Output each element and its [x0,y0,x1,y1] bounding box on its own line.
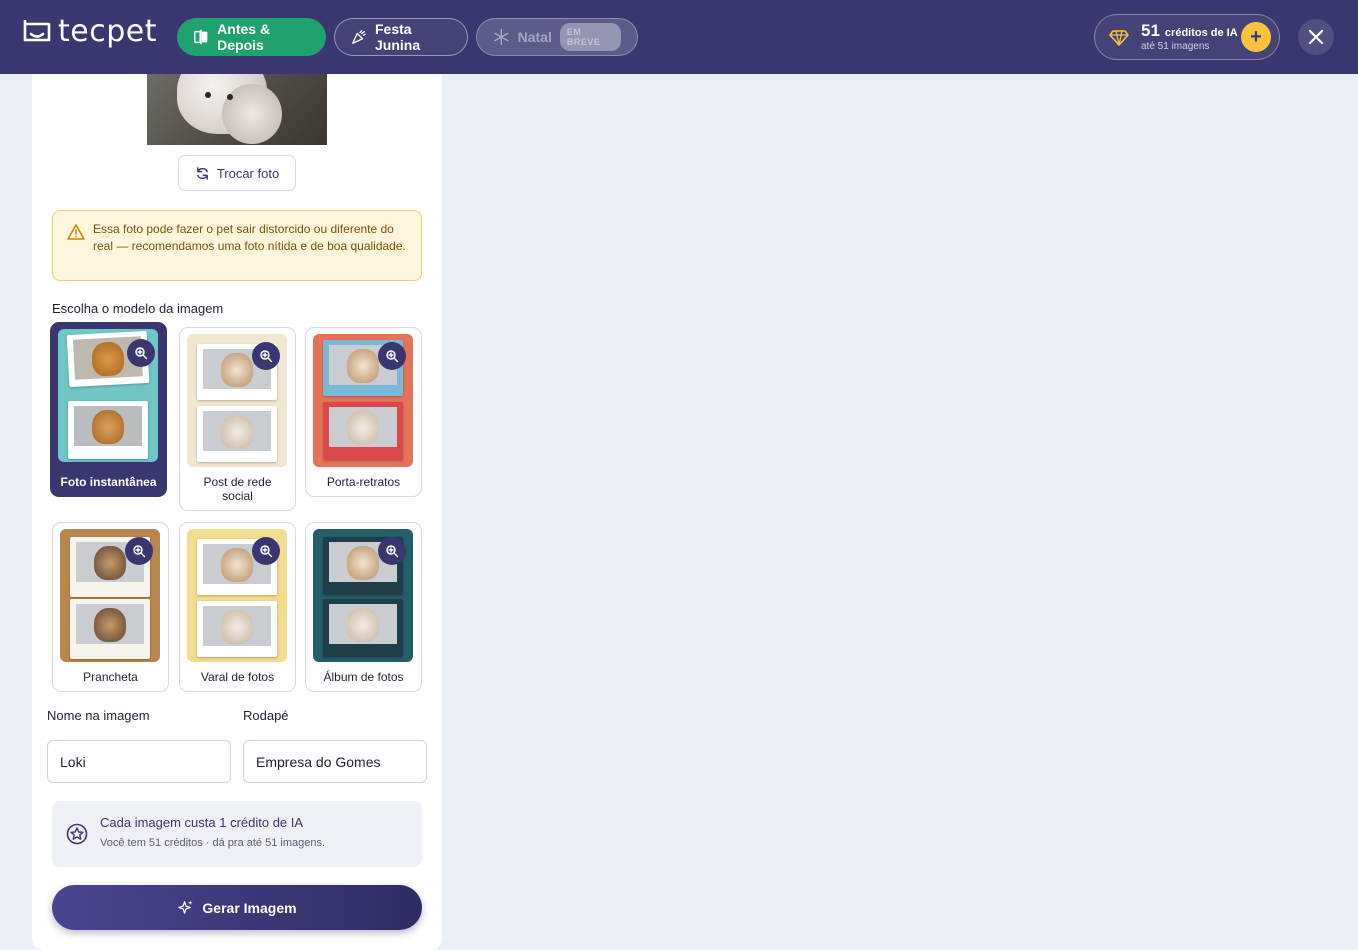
before-after-icon [194,29,208,45]
swap-photo-button[interactable]: Trocar foto [178,155,296,191]
footer-input[interactable]: Empresa do Gomes [243,740,427,783]
zoom-in-icon [260,545,273,558]
tab-antes-depois[interactable]: Antes & Depois [177,18,326,56]
swap-photo-label: Trocar foto [216,165,280,181]
info-subtitle: Você tem 51 créditos · dá pra até 51 ima… [100,837,326,849]
photo-quality-warning: Essa foto pode fazer o pet sair distorci… [52,210,422,281]
zoom-in-icon [135,347,148,360]
zoom-in-icon [133,545,146,558]
party-popper-icon [352,30,366,44]
credits-count: 51 [1141,21,1160,40]
brand-name: tecpet [58,14,157,49]
tab-label: Antes & Depois [217,21,271,53]
zoom-button[interactable] [252,342,280,370]
name-input[interactable]: Loki [47,740,231,783]
credits-widget[interactable]: 51 créditos de IA até 51 imagens + [1094,14,1280,60]
close-button[interactable] [1298,19,1334,55]
refresh-icon [196,166,208,180]
generate-label: Gerar Imagem [202,899,297,916]
zoom-button[interactable] [252,537,280,565]
credits-sub: até 51 imagens [1141,41,1210,52]
tab-festa-junina[interactable]: Festa Junina [334,18,468,56]
tab-label: Festa Junina [374,21,421,53]
info-title: Cada imagem custa 1 crédito de IA [100,815,304,830]
credits-label: créditos de IA [1164,27,1238,39]
zoom-button[interactable] [127,339,155,367]
warning-text: Essa foto pode fazer o pet sair distorci… [93,222,406,253]
zoom-button[interactable] [125,537,153,565]
choose-model-label: Escolha o modelo da imagem [52,301,224,316]
name-field-label: Nome na imagem [47,708,150,723]
template-label: Post de rede social [203,475,272,503]
close-icon [1308,29,1324,45]
footer-field-label: Rodapé [243,708,289,723]
credit-cost-info: Cada imagem custa 1 crédito de IA Você t… [52,801,422,867]
coming-soon-badge: EM BREVE [559,23,621,51]
template-porta-retratos[interactable]: Porta-retratos [305,327,422,497]
tab-natal: Natal EM BREVE [476,18,638,56]
generate-image-button[interactable]: Gerar Imagem [52,885,422,930]
tecpet-logo-icon [23,20,51,42]
logo[interactable]: tecpet [22,16,157,48]
zoom-button[interactable] [378,342,406,370]
template-varal-de-fotos[interactable]: Varal de fotos [179,522,296,692]
credits-text: 51 créditos de IA até 51 imagens [1141,22,1238,52]
template-post-rede-social[interactable]: Post de rede social [179,327,296,511]
template-prancheta[interactable]: Prancheta [52,522,169,692]
template-album-de-fotos[interactable]: Álbum de fotos [305,522,422,692]
template-label: Porta-retratos [326,475,401,489]
sparkles-icon [178,900,193,914]
template-label: Prancheta [83,670,138,684]
pet-photo [147,74,327,145]
snowflake-icon [494,28,509,46]
zoom-in-icon [260,350,273,363]
diamond-icon [1109,30,1129,46]
star-badge-icon [66,823,88,845]
template-label: Varal de fotos [200,670,275,684]
zoom-button[interactable] [378,537,406,565]
top-bar: tecpet Antes & Depois Festa Junina Natal… [0,0,1358,74]
template-label: Foto instantânea [60,475,157,489]
name-input-value: Loki [60,753,86,770]
template-foto-instantanea[interactable]: Foto instantânea [50,322,167,497]
template-label: Álbum de fotos [323,670,404,684]
zoom-in-icon [386,545,399,558]
tab-label: Natal [517,29,552,45]
zoom-in-icon [386,350,399,363]
footer-input-value: Empresa do Gomes [256,753,381,770]
warning-icon [67,224,85,240]
add-credits-button[interactable]: + [1241,22,1271,52]
